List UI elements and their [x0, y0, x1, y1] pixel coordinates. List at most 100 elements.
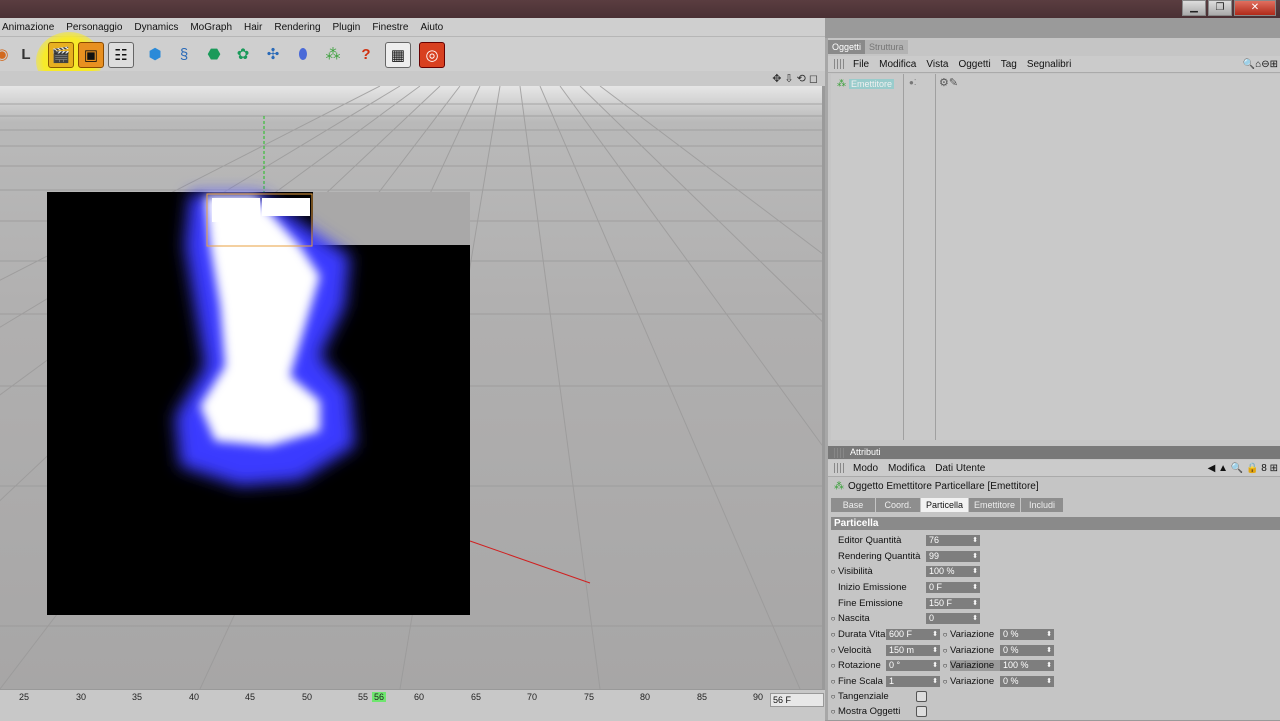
attributes-menu-modo[interactable]: Modo — [848, 463, 883, 474]
param-label: Tangenziale — [838, 691, 889, 702]
attributes-toolbar-icons[interactable]: ◀ ▲ 🔍 🔒 8 ⊞ — [1203, 463, 1280, 474]
axis-icon[interactable]: L — [14, 42, 38, 66]
particle-tag-icon[interactable]: ⚙✎ — [939, 76, 958, 89]
right-panel: Oggetti Struttura File Modifica Vista Og… — [825, 38, 1280, 720]
array-icon[interactable]: ✿ — [231, 42, 255, 66]
attributes-menu-modifica[interactable]: Modifica — [883, 463, 930, 474]
anim-dot-icon[interactable]: ○ — [828, 692, 838, 701]
param-value[interactable]: 100 % — [926, 566, 980, 577]
objects-menu-oggetti[interactable]: Oggetti — [953, 59, 995, 70]
anim-dot-icon[interactable]: ○ — [828, 567, 838, 576]
attributes-menu-dati-utente[interactable]: Dati Utente — [930, 463, 990, 474]
anim-dot-icon[interactable]: ○ — [940, 630, 950, 639]
anim-dot-icon[interactable]: ○ — [828, 677, 838, 686]
objects-menu-tag[interactable]: Tag — [996, 59, 1022, 70]
cinema-icon[interactable]: ◎ — [419, 42, 445, 68]
minimize-button[interactable]: ▁ — [1182, 0, 1206, 16]
viewport-settings-icon[interactable]: ▦ — [385, 42, 411, 68]
objects-toolbar-icons[interactable]: 🔍⌂⊖⊞ — [1238, 59, 1280, 70]
menu-finestre[interactable]: Finestre — [366, 22, 414, 33]
menu-aiuto[interactable]: Aiuto — [414, 22, 449, 33]
objects-menu-segnalibri[interactable]: Segnalibri — [1022, 59, 1076, 70]
menu-dynamics[interactable]: Dynamics — [128, 22, 184, 33]
grip-icon[interactable] — [834, 59, 844, 69]
tick-label: 40 — [189, 692, 200, 702]
visibility-dots-icon[interactable]: ●⁚ — [909, 78, 916, 87]
tick-label: 75 — [584, 692, 595, 702]
objects-menu-vista[interactable]: Vista — [921, 59, 953, 70]
param-label: Editor Quantità — [838, 535, 902, 546]
tick-label: 65 — [471, 692, 482, 702]
anim-dot-icon[interactable]: ○ — [828, 661, 838, 670]
tab-oggetti[interactable]: Oggetti — [828, 40, 866, 54]
param-mostra-oggetti: ○ Mostra Oggetti — [828, 704, 927, 719]
anim-dot-icon[interactable]: ○ — [940, 646, 950, 655]
attributes-header: Attributi — [828, 446, 1280, 459]
render-settings-icon[interactable]: ☷ — [108, 42, 134, 68]
render-view-icon[interactable]: 🎬 — [48, 42, 74, 68]
object-list[interactable]: ⁂ Emettitore ●⁚ ⚙✎ — [831, 74, 1280, 440]
param-value[interactable]: 1 — [886, 676, 940, 687]
param-value[interactable]: 76 — [926, 535, 980, 546]
menu-hair[interactable]: Hair — [238, 22, 268, 33]
tab-particella[interactable]: Particella — [921, 498, 969, 512]
tick-label: 90 — [753, 692, 764, 702]
tab-emettitore[interactable]: Emettitore — [969, 498, 1021, 512]
object-title-text: Oggetto Emettitore Particellare [Emettit… — [848, 481, 1039, 492]
anim-dot-icon[interactable]: ○ — [828, 707, 838, 716]
deformer-icon[interactable]: ✣ — [261, 42, 285, 66]
emitter-icon: ⁂ — [834, 481, 844, 492]
tab-struttura[interactable]: Struttura — [865, 40, 908, 54]
render-picture-queue-icon[interactable]: ▣ — [78, 42, 104, 68]
tab-base[interactable]: Base — [831, 498, 875, 512]
nurbs-icon[interactable]: ⬣ — [202, 42, 226, 66]
objects-menu-file[interactable]: File — [848, 59, 874, 70]
current-frame-field[interactable]: 56 F — [770, 693, 824, 707]
tick-label: 80 — [640, 692, 651, 702]
param-value[interactable]: 150 m — [886, 645, 940, 656]
anim-dot-icon[interactable]: ○ — [940, 661, 950, 670]
param-label: Velocità — [838, 645, 872, 656]
menu-animazione[interactable]: Animazione — [0, 22, 60, 33]
mostra-oggetti-checkbox[interactable] — [916, 706, 927, 717]
menu-mograph[interactable]: MoGraph — [184, 22, 238, 33]
help-icon[interactable]: ? — [354, 42, 378, 66]
close-button[interactable]: ✕ — [1234, 0, 1276, 16]
variation-value[interactable]: 100 % — [1000, 660, 1054, 671]
variation-value[interactable]: 0 % — [1000, 645, 1054, 656]
tab-coord[interactable]: Coord. — [876, 498, 920, 512]
variation-value[interactable]: 0 % — [1000, 676, 1054, 687]
tab-includi[interactable]: Includi — [1021, 498, 1064, 512]
param-value[interactable]: 99 — [926, 551, 980, 562]
param-value[interactable]: 0 F — [926, 582, 980, 593]
objects-menu-modifica[interactable]: Modifica — [874, 59, 921, 70]
param-editor-quantita: Editor Quantità 76 — [828, 533, 980, 548]
particles-icon[interactable]: ⁂ — [321, 42, 345, 66]
restore-button[interactable]: ❐ — [1208, 0, 1232, 16]
viewport-3d[interactable] — [0, 86, 822, 689]
grip-icon[interactable] — [834, 447, 844, 458]
menu-plugin[interactable]: Plugin — [327, 22, 367, 33]
param-value[interactable]: 150 F — [926, 598, 980, 609]
current-frame-marker[interactable]: 56 — [372, 692, 387, 702]
tangenziale-checkbox[interactable] — [916, 691, 927, 702]
menu-personaggio[interactable]: Personaggio — [60, 22, 128, 33]
param-value[interactable]: 0 — [926, 613, 980, 624]
param-value[interactable]: 600 F — [886, 629, 940, 640]
menu-rendering[interactable]: Rendering — [268, 22, 326, 33]
snap-icon[interactable]: ◉ — [0, 42, 14, 66]
anim-dot-icon[interactable]: ○ — [940, 677, 950, 686]
cube-icon[interactable]: ⬢ — [143, 42, 167, 66]
object-row-emettitore[interactable]: ⁂ Emettitore — [837, 78, 895, 89]
timeline-ruler[interactable]: 25 30 35 40 45 50 55 56 60 65 70 75 80 8… — [0, 689, 825, 721]
spline-icon[interactable]: § — [172, 42, 196, 66]
param-value[interactable]: 0 ° — [886, 660, 940, 671]
variation-value[interactable]: 0 % — [1000, 629, 1054, 640]
viewport-nav-icons[interactable]: ✥⇩⟲◻ — [772, 72, 821, 85]
anim-dot-icon[interactable]: ○ — [828, 630, 838, 639]
scene-icon[interactable]: ⬮ — [291, 42, 315, 66]
object-name: Emettitore — [849, 78, 895, 89]
anim-dot-icon[interactable]: ○ — [828, 614, 838, 623]
grip-icon[interactable] — [834, 463, 844, 473]
anim-dot-icon[interactable]: ○ — [828, 646, 838, 655]
